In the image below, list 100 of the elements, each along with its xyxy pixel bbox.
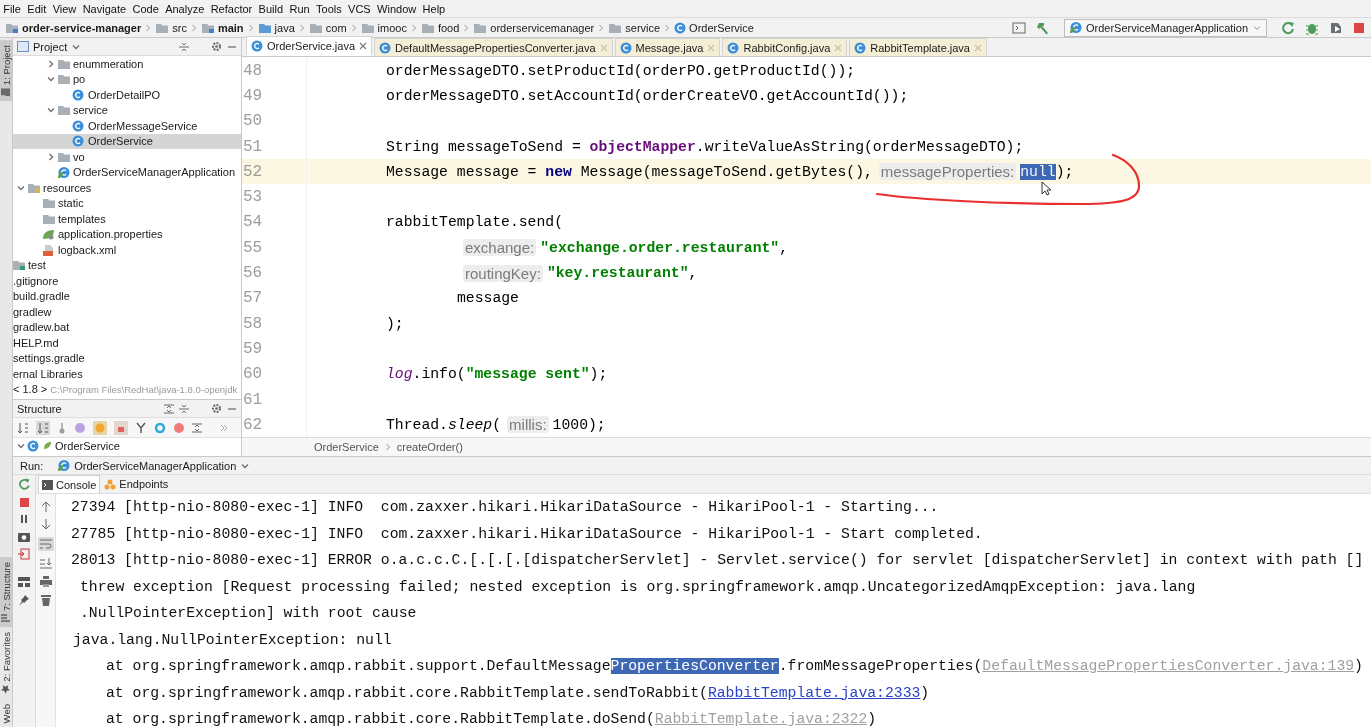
breadcrumb-item[interactable]: service [607,21,662,34]
tree-item[interactable]: application.properties [13,226,241,242]
breadcrumb-item[interactable]: main [199,21,245,34]
editor-tab[interactable]: OrderService.java [246,36,373,56]
menu-item[interactable]: Edit [24,2,50,15]
tree-item[interactable]: OrderServiceManagerApplication [13,164,241,180]
tree-item[interactable]: gradlew [13,304,241,320]
collapse-all-icon[interactable] [179,41,189,52]
lock-icon[interactable] [114,420,128,435]
run-configuration-dropdown[interactable]: OrderServiceManagerApplication [1063,18,1267,37]
run-configuration-tab[interactable]: OrderServiceManagerApplication [57,459,251,472]
menu-item[interactable]: Refactor [207,2,256,15]
tree-item[interactable]: logback.xml [13,242,241,258]
breadcrumb-item[interactable]: java [256,21,296,34]
tree-item[interactable]: gradlew.bat [13,319,241,335]
soft-wrap-toggle[interactable] [37,537,54,551]
menu-item[interactable]: Help [419,2,449,15]
code-line: ); [386,315,404,332]
breadcrumb-item[interactable]: imooc [359,21,408,34]
tree-item[interactable]: settings.gradle [13,350,241,366]
property-icon[interactable] [74,421,86,434]
tree-item[interactable]: resources [13,180,241,196]
tree-item[interactable]: OrderService [13,438,241,454]
arrow-up-icon[interactable] [40,501,51,512]
close-icon[interactable] [359,41,368,50]
tool-window-tab[interactable]: Web [0,698,12,727]
tree-item[interactable]: HELP.md [13,335,241,351]
trash-icon[interactable] [40,594,51,606]
stop-icon[interactable] [1353,21,1365,34]
breadcrumb-item[interactable]: orderservicemanager [472,21,596,34]
menu-item[interactable]: Tools [312,2,345,15]
breadcrumb-item[interactable]: OrderService [673,21,755,34]
breadcrumb-item[interactable]: order-service-manager [4,21,143,34]
tree-item[interactable]: templates [13,211,241,227]
pause-icon[interactable] [19,514,29,524]
panel-tab[interactable]: Console [38,475,101,493]
branch-icon[interactable] [135,421,147,434]
tree-item[interactable]: ernal Libraries [13,366,241,382]
camera-icon[interactable] [18,530,30,542]
tree-item[interactable]: test [13,257,241,273]
rerun-icon[interactable] [1281,20,1295,35]
tree-item[interactable]: OrderService [13,133,241,149]
tool-window-tab[interactable]: 1: Project [0,40,12,102]
collapse-all-icon[interactable] [179,403,189,414]
menu-item[interactable]: Navigate [79,2,130,15]
lambda-icon[interactable] [173,421,185,434]
breadcrumb-item[interactable]: com [307,21,348,34]
tree-item[interactable]: static [13,195,241,211]
print-icon[interactable] [39,576,52,587]
tree-item[interactable]: service [13,102,241,118]
sort-icon[interactable] [36,420,50,435]
layout-icon[interactable] [18,577,30,587]
source-link[interactable]: RabbitTemplate.java:2333 [707,684,921,701]
settings-icon[interactable] [211,41,222,52]
breadcrumb-item[interactable]: OrderService [314,441,379,453]
scroll-end-icon[interactable] [39,558,52,569]
arrow-down-icon[interactable] [40,519,51,530]
hammer-icon[interactable] [1035,20,1050,35]
menu-item[interactable]: View [49,2,80,15]
tree-item[interactable]: .gitignore [13,273,241,289]
inherited-icon[interactable] [57,421,67,434]
menu-item[interactable]: File [0,2,25,15]
tool-window-tab[interactable]: 7: Structure [0,556,12,627]
breadcrumb-item[interactable]: food [419,21,461,34]
tree-item[interactable]: < 1.8 > C:\Program Files\RedHat\java-1.8.0-openjdk [13,381,241,397]
editor-tab[interactable]: RabbitConfig.java [722,38,848,56]
menu-item[interactable]: Code [129,2,162,15]
breadcrumb-item[interactable]: createOrder() [396,441,463,453]
menu-item[interactable]: Build [255,2,287,15]
breadcrumb-item[interactable]: src [154,21,188,34]
tree-item[interactable]: enummeration [13,56,241,72]
editor-tab[interactable]: RabbitTemplate.java [849,38,987,56]
tree-item[interactable]: OrderMessageService [13,118,241,134]
tool-window-tab[interactable]: 2: Favorites [0,627,12,699]
exit-icon[interactable] [18,548,30,560]
tree-item[interactable]: OrderDetailPO [13,87,241,103]
pin-icon[interactable] [18,593,30,606]
chevrons-icon[interactable] [220,423,228,432]
window-icon[interactable] [1011,21,1026,34]
field-icon[interactable] [93,420,107,435]
tree-item[interactable]: vo [13,149,241,165]
sort-icon[interactable] [17,421,29,434]
menu-item[interactable]: Run [286,2,313,15]
panel-tab[interactable]: Endpoints [101,475,172,493]
tree-item[interactable]: build.gradle [13,288,241,304]
expand-all-icon[interactable] [192,422,202,433]
menu-item[interactable]: Window [373,2,420,15]
menu-item[interactable]: VCS [344,2,374,15]
tree-item[interactable]: po [13,71,241,87]
editor-tab[interactable]: DefaultMessagePropertiesConverter.java [374,38,613,56]
rerun-icon[interactable] [18,478,30,490]
coverage-icon[interactable] [1329,20,1343,35]
expand-all-icon[interactable] [164,403,174,414]
folder-icon [420,21,435,34]
line-number: 56 [242,260,307,286]
ring-icon[interactable] [154,421,166,434]
settings-icon[interactable] [211,403,222,415]
stop-icon[interactable] [18,496,30,508]
menu-item[interactable]: Analyze [161,2,208,15]
editor-tab[interactable]: Message.java [614,38,721,56]
